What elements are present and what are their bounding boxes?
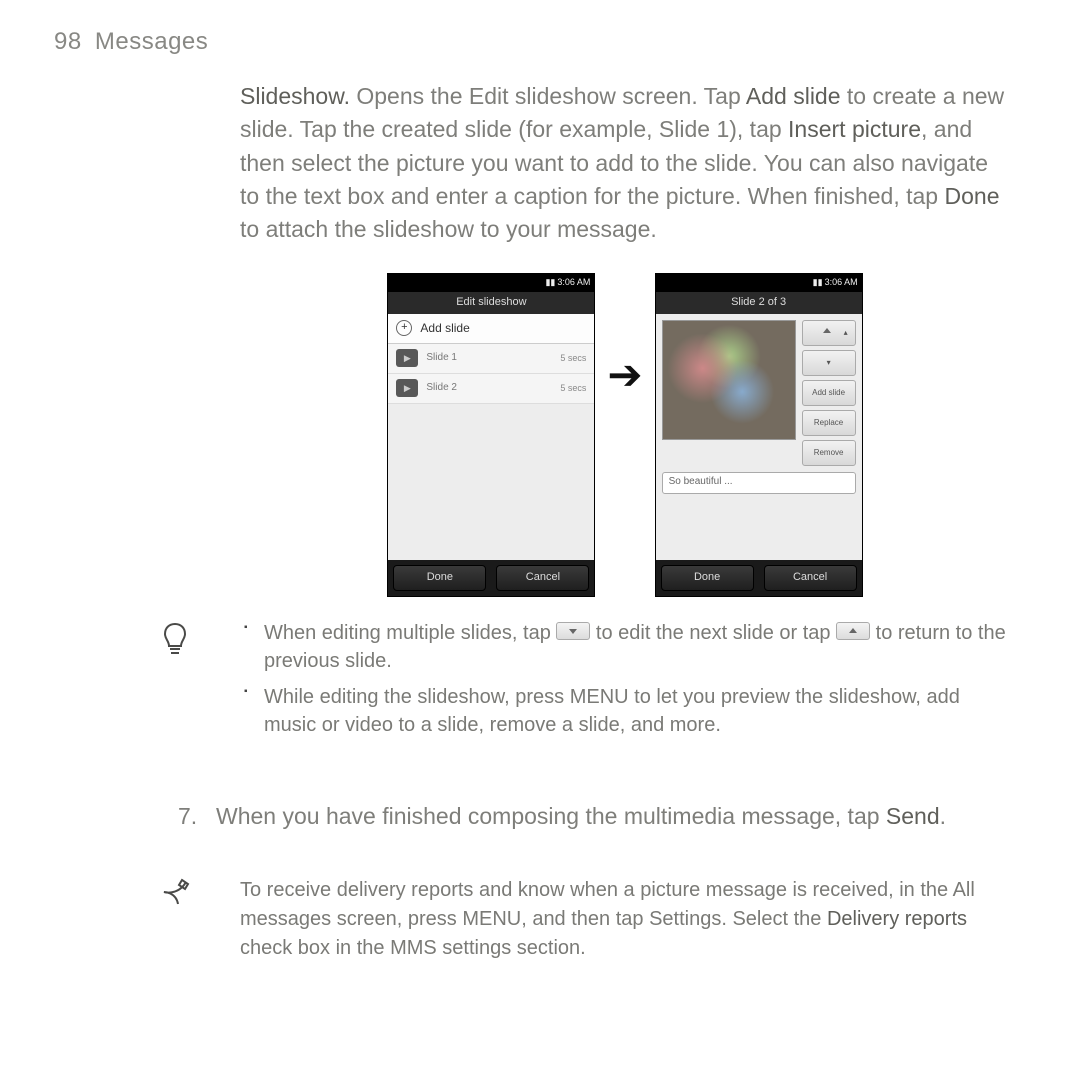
status-bar: ▮▮ 3:06 AM — [388, 274, 594, 292]
chevron-up-icon — [810, 322, 844, 340]
step-number: 7. — [178, 800, 197, 833]
slide-row-2[interactable]: ▶ Slide 2 5 secs — [388, 374, 594, 404]
slide-image-preview[interactable] — [662, 320, 796, 440]
cancel-button[interactable]: Cancel — [496, 565, 589, 591]
term-insert-picture: Insert picture — [788, 116, 921, 142]
page-number: 98 — [54, 28, 82, 55]
screenshots-row: ▮▮ 3:06 AM Edit slideshow + Add slide ▶ … — [240, 273, 1010, 597]
slideshow-paragraph: Slideshow. Opens the Edit slideshow scre… — [240, 80, 1010, 247]
section-title: Messages — [95, 28, 208, 55]
slide-duration: 5 secs — [560, 382, 586, 395]
plus-icon: + — [396, 320, 412, 336]
phone-edit-slideshow: ▮▮ 3:06 AM Edit slideshow + Add slide ▶ … — [387, 273, 595, 597]
add-slide-row[interactable]: + Add slide — [388, 314, 594, 344]
term-send: Send — [886, 803, 940, 829]
slide-duration: 5 secs — [560, 352, 586, 365]
tips-list: When editing multiple slides, tap to edi… — [240, 619, 1010, 739]
next-slide-button[interactable]: ▾ — [802, 350, 856, 376]
add-slide-label: Add slide — [420, 320, 469, 337]
caption-text: So beautiful ... — [669, 475, 733, 490]
slide-name: Slide 1 — [426, 351, 457, 366]
slide-thumb-icon: ▶ — [396, 379, 418, 397]
term-slideshow: Slideshow. — [240, 83, 350, 109]
tip-1: When editing multiple slides, tap to edi… — [240, 619, 1010, 675]
slide-name: Slide 2 — [426, 381, 457, 396]
step-7: 7. When you have finished composing the … — [178, 800, 1010, 833]
done-button[interactable]: Done — [661, 565, 754, 591]
done-button[interactable]: Done — [393, 565, 486, 591]
chevron-down-icon — [556, 622, 590, 640]
tip-2: While editing the slideshow, press MENU … — [240, 683, 1010, 739]
slide-thumb-icon: ▶ — [396, 349, 418, 367]
status-bar: ▮▮ 3:06 AM — [656, 274, 862, 292]
lightbulb-icon — [160, 621, 190, 669]
cancel-button[interactable]: Cancel — [764, 565, 857, 591]
note-icon — [158, 876, 192, 919]
page-header: 98 Messages — [54, 28, 208, 56]
screen-title: Edit slideshow — [388, 292, 594, 314]
signal-icon: ▮▮ — [545, 276, 555, 289]
signal-icon: ▮▮ — [813, 276, 823, 289]
screen-title: Slide 2 of 3 — [656, 292, 862, 314]
term-delivery-reports: Delivery reports — [827, 908, 967, 930]
term-add-slide: Add slide — [746, 83, 841, 109]
phone-slide-editor: ▮▮ 3:06 AM Slide 2 of 3 ▴ ▾ Add slide Re… — [655, 273, 863, 597]
term-done: Done — [945, 183, 1000, 209]
replace-button[interactable]: Replace — [802, 410, 856, 436]
prev-slide-button[interactable]: ▴ — [802, 320, 856, 346]
remove-button[interactable]: Remove — [802, 440, 856, 466]
chevron-up-icon — [836, 622, 870, 640]
clock: 3:06 AM — [825, 276, 858, 289]
slide-row-1[interactable]: ▶ Slide 1 5 secs — [388, 344, 594, 374]
caption-input[interactable]: So beautiful ... — [662, 472, 856, 494]
clock: 3:06 AM — [557, 276, 590, 289]
note-paragraph: To receive delivery reports and know whe… — [240, 876, 1010, 963]
add-slide-button[interactable]: Add slide — [802, 380, 856, 406]
